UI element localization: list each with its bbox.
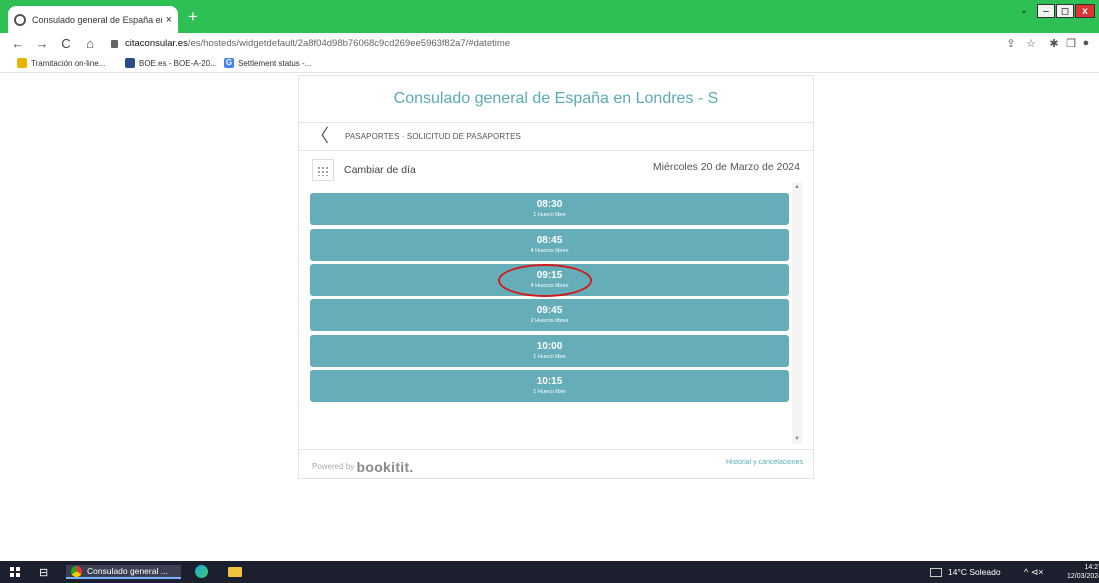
side-panel-icon[interactable]: ❐	[1064, 37, 1078, 50]
home-icon[interactable]: ⌂	[82, 36, 98, 52]
widget-title: Consulado general de España en Londres -…	[299, 76, 813, 123]
bookmark-settlement[interactable]: G Settlement status -...	[224, 58, 311, 68]
back-chevron-icon[interactable]: 〈	[311, 126, 329, 146]
slot-time: 08:30	[536, 199, 563, 210]
windows-start-icon[interactable]	[10, 567, 20, 577]
browser-tab[interactable]: Consulado general de España en ×	[8, 6, 178, 33]
extensions-icon[interactable]: ✱	[1047, 37, 1061, 50]
task-view-icon[interactable]: ⊟	[39, 565, 48, 579]
tab-search-chevron-icon[interactable]: ⌄	[1017, 4, 1031, 18]
bookmark-tramitacion[interactable]: Tramitación on-line...	[17, 58, 105, 68]
clock-time: 14:27	[1084, 564, 1099, 571]
slot-availability: 1 Hueco libre	[533, 354, 566, 360]
forward-arrow-icon[interactable]: →	[34, 36, 50, 52]
scroll-up-arrow-icon[interactable]: ▲	[792, 182, 802, 192]
globe-icon	[14, 13, 26, 26]
calendar-icon[interactable]	[312, 159, 334, 181]
bookmark-label: BOE.es - BOE-A-20...	[139, 58, 217, 68]
chrome-icon	[71, 565, 82, 577]
slot-time: 10:00	[536, 341, 563, 352]
slot-availability: 1 Hueco libre	[533, 389, 566, 395]
booking-widget: Consulado general de España en Londres -…	[298, 75, 814, 479]
reload-icon[interactable]: C	[58, 36, 74, 52]
maximize-button[interactable]: ◻	[1056, 4, 1074, 18]
slot-time: 09:45	[536, 305, 563, 316]
system-tray[interactable]: ^ ⊲×	[1024, 565, 1044, 579]
taskbar-app-label: Consulado general ...	[87, 566, 168, 576]
slot-availability: 4 Huecos libres	[530, 248, 569, 254]
slot-scrollbar[interactable]: ▲ ▼	[792, 182, 802, 444]
slot-availability: 1 Hueco libre	[533, 212, 566, 218]
weather-text: 14°C Soleado	[948, 567, 1001, 577]
tab-title: Consulado general de España en	[32, 14, 162, 25]
profile-icon[interactable]: ●	[1081, 37, 1091, 49]
close-window-button[interactable]: x	[1075, 4, 1095, 18]
file-explorer-icon[interactable]	[228, 567, 242, 577]
google-icon: G	[224, 58, 234, 68]
time-slot-1000[interactable]: 10:00 1 Hueco libre	[310, 335, 789, 367]
selected-date: Miércoles 20 de Marzo de 2024	[652, 161, 800, 173]
time-slot-0845[interactable]: 08:45 4 Huecos libres	[310, 229, 789, 261]
breadcrumb: 〈 PASAPORTES · SOLICITUD DE PASAPORTES	[299, 123, 813, 151]
windows-taskbar: ⊟ Consulado general ... 14°C Soleado ^ ⊲…	[0, 561, 1099, 583]
url-host: citaconsular.es	[125, 38, 188, 49]
slot-time: 09:15	[536, 270, 563, 281]
slot-availability: 2 Huecos libres	[530, 318, 569, 324]
taskbar-chrome-app[interactable]: Consulado general ...	[66, 565, 181, 579]
bookmark-star-icon[interactable]: ☆	[1024, 37, 1038, 50]
breadcrumb-text: PASAPORTES · SOLICITUD DE PASAPORTES	[345, 132, 521, 141]
boe-icon	[125, 58, 135, 68]
powered-by-text: Powered by	[312, 462, 355, 472]
lock-icon	[111, 40, 118, 48]
slot-time: 08:45	[536, 235, 563, 246]
address-bar[interactable]: citaconsular.es /es/hosteds/widgetdefaul…	[111, 36, 1001, 52]
change-day-link[interactable]: Cambiar de día	[344, 164, 416, 176]
time-slot-0830[interactable]: 08:30 1 Hueco libre	[310, 193, 789, 225]
time-slot-0945[interactable]: 09:45 2 Huecos libres	[310, 299, 789, 331]
bookitit-logo: bookitit.	[356, 459, 414, 475]
browser-toolbar: ← → C ⌂ citaconsular.es /es/hosteds/widg…	[0, 33, 1099, 55]
url-path: /es/hosteds/widgetdefault/2a8f04d98b7606…	[187, 38, 511, 49]
bookmarks-bar: Tramitación on-line... BOE.es - BOE-A-20…	[0, 55, 1099, 73]
widget-footer: Powered by bookitit. Historial y cancela…	[299, 449, 813, 478]
clock-date: 12/03/2024	[1067, 573, 1099, 580]
bookmark-boe[interactable]: BOE.es - BOE-A-20...	[125, 58, 217, 68]
edge-icon[interactable]	[195, 565, 208, 578]
weather-icon	[930, 567, 942, 577]
screen: Consulado general de España en × + ⌄ – ◻…	[0, 0, 1099, 583]
bookmark-label: Tramitación on-line...	[31, 58, 106, 68]
slot-availability: 4 Huecos libres	[530, 283, 569, 289]
day-selector: Cambiar de día Miércoles 20 de Marzo de …	[299, 151, 813, 185]
spain-flag-icon	[17, 58, 27, 68]
share-icon[interactable]: ⇪	[1004, 37, 1018, 50]
taskbar-clock[interactable]: 14:27 12/03/2024	[1067, 563, 1099, 581]
time-slot-0915[interactable]: 09:15 4 Huecos libres	[310, 264, 789, 296]
back-arrow-icon[interactable]: ←	[10, 36, 26, 52]
page-content: Consulado general de España en Londres -…	[0, 73, 1099, 561]
bookmark-label: Settlement status -...	[238, 58, 312, 68]
minimize-button[interactable]: –	[1037, 4, 1055, 18]
tab-close-icon[interactable]: ×	[166, 14, 172, 26]
browser-tab-strip: Consulado general de España en × + ⌄ – ◻…	[0, 0, 1099, 33]
time-slot-1015[interactable]: 10:15 1 Hueco libre	[310, 370, 789, 402]
weather-widget[interactable]: 14°C Soleado	[930, 565, 1001, 579]
history-cancellations-link[interactable]: Historial y cancelaciones	[726, 459, 803, 466]
scroll-down-arrow-icon[interactable]: ▼	[792, 434, 802, 444]
slot-time: 10:15	[536, 376, 563, 387]
powered-by: Powered by bookitit.	[312, 459, 414, 475]
new-tab-button[interactable]: +	[184, 8, 202, 26]
time-slot-list: 08:30 1 Hueco libre 08:45 4 Huecos libre…	[310, 185, 790, 445]
